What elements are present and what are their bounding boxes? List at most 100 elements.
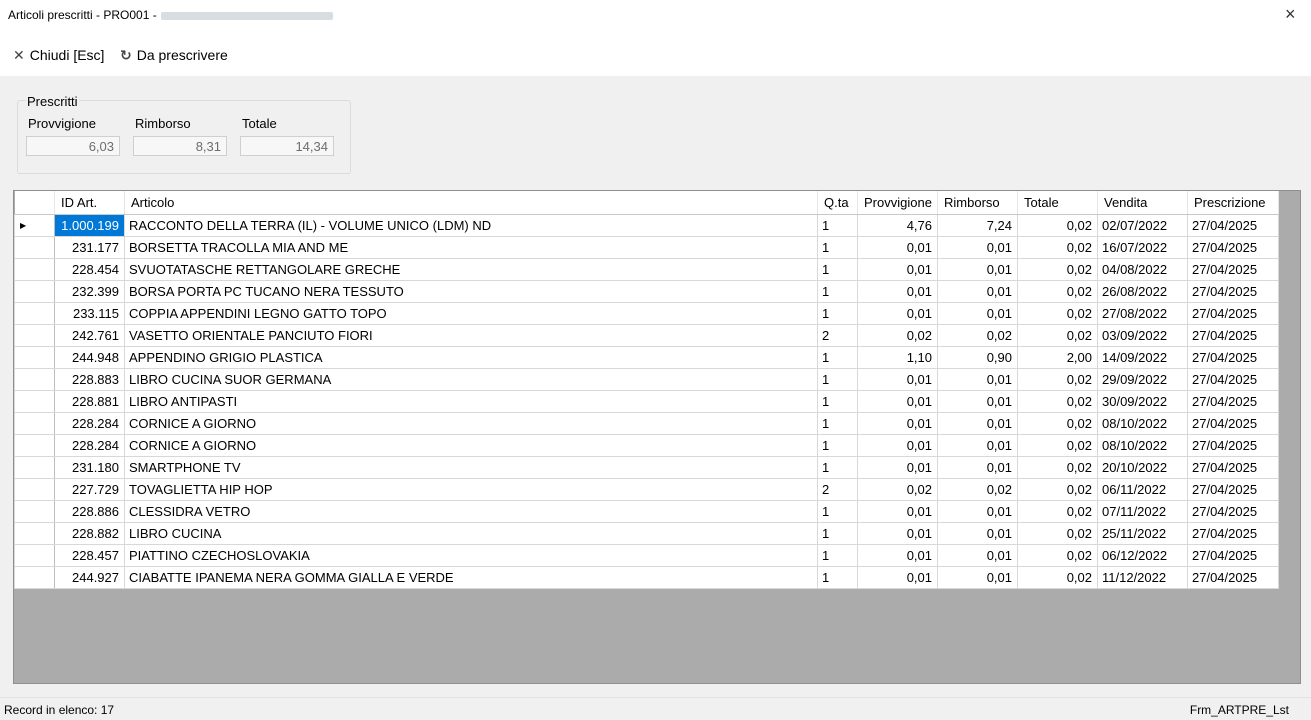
- cell-vendita[interactable]: 27/08/2022: [1097, 302, 1188, 325]
- cell-provvigione[interactable]: 1,10: [857, 346, 938, 369]
- row-header[interactable]: [14, 280, 55, 303]
- table-row[interactable]: 231.180 SMARTPHONE TV 1 0,01 0,01 0,02 20/10/2…: [14, 456, 1279, 479]
- cell-qta[interactable]: 1: [817, 236, 858, 259]
- column-header-prescrizione[interactable]: Prescrizione: [1187, 191, 1279, 215]
- cell-prescrizione[interactable]: 27/04/2025: [1187, 302, 1279, 325]
- close-window-button[interactable]: ×: [1285, 3, 1296, 25]
- row-header[interactable]: [14, 236, 55, 259]
- rimborso-field[interactable]: 8,31: [133, 136, 227, 156]
- cell-prescrizione[interactable]: 27/04/2025: [1187, 258, 1279, 281]
- row-header[interactable]: [14, 324, 55, 347]
- cell-rimborso[interactable]: 7,24: [937, 214, 1018, 237]
- totale-field[interactable]: 14,34: [240, 136, 334, 156]
- cell-id[interactable]: 228.886: [54, 500, 125, 523]
- table-row[interactable]: 244.927 CIABATTE IPANEMA NERA GOMMA GIALL…: [14, 566, 1279, 589]
- cell-qta[interactable]: 1: [817, 412, 858, 435]
- table-row[interactable]: 231.177 BORSETTA TRACOLLA MIA AND ME 1 0,01…: [14, 236, 1279, 259]
- column-header-totale[interactable]: Totale: [1017, 191, 1098, 215]
- cell-vendita[interactable]: 04/08/2022: [1097, 258, 1188, 281]
- cell-provvigione[interactable]: 0,01: [857, 456, 938, 479]
- cell-prescrizione[interactable]: 27/04/2025: [1187, 324, 1279, 347]
- cell-articolo[interactable]: VASETTO ORIENTALE PANCIUTO FIORI: [124, 324, 818, 347]
- row-header[interactable]: [14, 478, 55, 501]
- cell-articolo[interactable]: PIATTINO CZECHOSLOVAKIA: [124, 544, 818, 567]
- cell-qta[interactable]: 1: [817, 566, 858, 589]
- cell-qta[interactable]: 1: [817, 434, 858, 457]
- table-row[interactable]: 228.454 SVUOTATASCHE RETTANGOLARE GRECHE 1…: [14, 258, 1279, 281]
- row-header[interactable]: [14, 500, 55, 523]
- cell-provvigione[interactable]: 0,02: [857, 324, 938, 347]
- cell-qta[interactable]: 1: [817, 368, 858, 391]
- cell-qta[interactable]: 1: [817, 390, 858, 413]
- cell-id[interactable]: 232.399: [54, 280, 125, 303]
- row-header[interactable]: [14, 456, 55, 479]
- cell-vendita[interactable]: 06/12/2022: [1097, 544, 1188, 567]
- cell-prescrizione[interactable]: 27/04/2025: [1187, 456, 1279, 479]
- table-row[interactable]: 244.948 APPENDINO GRIGIO PLASTICA 1 1,10 0,9…: [14, 346, 1279, 369]
- data-grid[interactable]: ID Art. Articolo Q.ta Provvigione Rimbor…: [13, 190, 1301, 684]
- cell-provvigione[interactable]: 0,01: [857, 412, 938, 435]
- table-row[interactable]: 233.115 COPPIA APPENDINI LEGNO GATTO TOPO…: [14, 302, 1279, 325]
- cell-prescrizione[interactable]: 27/04/2025: [1187, 522, 1279, 545]
- cell-rimborso[interactable]: 0,02: [937, 478, 1018, 501]
- cell-articolo[interactable]: BORSETTA TRACOLLA MIA AND ME: [124, 236, 818, 259]
- cell-articolo[interactable]: CLESSIDRA VETRO: [124, 500, 818, 523]
- row-header[interactable]: [14, 368, 55, 391]
- cell-id[interactable]: 231.177: [54, 236, 125, 259]
- cell-totale[interactable]: 0,02: [1017, 302, 1098, 325]
- row-header[interactable]: [14, 258, 55, 281]
- table-row[interactable]: 232.399 BORSA PORTA PC TUCANO NERA TESSUT…: [14, 280, 1279, 303]
- cell-id[interactable]: 244.948: [54, 346, 125, 369]
- cell-provvigione[interactable]: 0,02: [857, 478, 938, 501]
- table-row[interactable]: 228.883 LIBRO CUCINA SUOR GERMANA 1 0,01 0,0…: [14, 368, 1279, 391]
- cell-qta[interactable]: 1: [817, 500, 858, 523]
- cell-vendita[interactable]: 03/09/2022: [1097, 324, 1188, 347]
- cell-totale[interactable]: 0,02: [1017, 456, 1098, 479]
- cell-articolo[interactable]: TOVAGLIETTA HIP HOP: [124, 478, 818, 501]
- column-header-id[interactable]: ID Art.: [54, 191, 125, 215]
- cell-prescrizione[interactable]: 27/04/2025: [1187, 412, 1279, 435]
- cell-articolo[interactable]: LIBRO CUCINA SUOR GERMANA: [124, 368, 818, 391]
- row-header[interactable]: [14, 544, 55, 567]
- cell-totale[interactable]: 0,02: [1017, 258, 1098, 281]
- cell-id[interactable]: 228.883: [54, 368, 125, 391]
- cell-vendita[interactable]: 14/09/2022: [1097, 346, 1188, 369]
- cell-qta[interactable]: 1: [817, 346, 858, 369]
- cell-qta[interactable]: 1: [817, 258, 858, 281]
- cell-id[interactable]: 233.115: [54, 302, 125, 325]
- cell-totale[interactable]: 0,02: [1017, 236, 1098, 259]
- cell-totale[interactable]: 0,02: [1017, 434, 1098, 457]
- cell-id[interactable]: 228.881: [54, 390, 125, 413]
- cell-vendita[interactable]: 11/12/2022: [1097, 566, 1188, 589]
- cell-qta[interactable]: 1: [817, 280, 858, 303]
- row-header[interactable]: [14, 412, 55, 435]
- table-row[interactable]: ▶ 1.000.199 RACCONTO DELLA TERRA (IL) - VO…: [14, 214, 1279, 237]
- row-header[interactable]: [14, 434, 55, 457]
- cell-rimborso[interactable]: 0,01: [937, 280, 1018, 303]
- cell-rimborso[interactable]: 0,01: [937, 522, 1018, 545]
- cell-provvigione[interactable]: 0,01: [857, 434, 938, 457]
- cell-id[interactable]: 1.000.199: [54, 214, 125, 237]
- table-row[interactable]: 228.886 CLESSIDRA VETRO 1 0,01 0,01 0,02 07/11…: [14, 500, 1279, 523]
- cell-provvigione[interactable]: 0,01: [857, 280, 938, 303]
- cell-totale[interactable]: 0,02: [1017, 478, 1098, 501]
- cell-vendita[interactable]: 30/09/2022: [1097, 390, 1188, 413]
- cell-rimborso[interactable]: 0,01: [937, 434, 1018, 457]
- cell-rimborso[interactable]: 0,01: [937, 566, 1018, 589]
- cell-rimborso[interactable]: 0,01: [937, 236, 1018, 259]
- row-header[interactable]: [14, 522, 55, 545]
- row-header[interactable]: [14, 566, 55, 589]
- cell-vendita[interactable]: 16/07/2022: [1097, 236, 1188, 259]
- cell-totale[interactable]: 0,02: [1017, 412, 1098, 435]
- cell-id[interactable]: 228.284: [54, 412, 125, 435]
- table-row[interactable]: 228.284 CORNICE A GIORNO 1 0,01 0,01 0,02 08/1…: [14, 412, 1279, 435]
- prescribe-button[interactable]: ↻ Da prescrivere: [120, 46, 228, 64]
- cell-vendita[interactable]: 06/11/2022: [1097, 478, 1188, 501]
- cell-rimborso[interactable]: 0,01: [937, 412, 1018, 435]
- column-header-qta[interactable]: Q.ta: [817, 191, 858, 215]
- cell-qta[interactable]: 1: [817, 456, 858, 479]
- cell-articolo[interactable]: RACCONTO DELLA TERRA (IL) - VOLUME UNICO…: [124, 214, 818, 237]
- cell-provvigione[interactable]: 0,01: [857, 368, 938, 391]
- row-header[interactable]: [14, 346, 55, 369]
- table-row[interactable]: 227.729 TOVAGLIETTA HIP HOP 2 0,02 0,02 0,02 0…: [14, 478, 1279, 501]
